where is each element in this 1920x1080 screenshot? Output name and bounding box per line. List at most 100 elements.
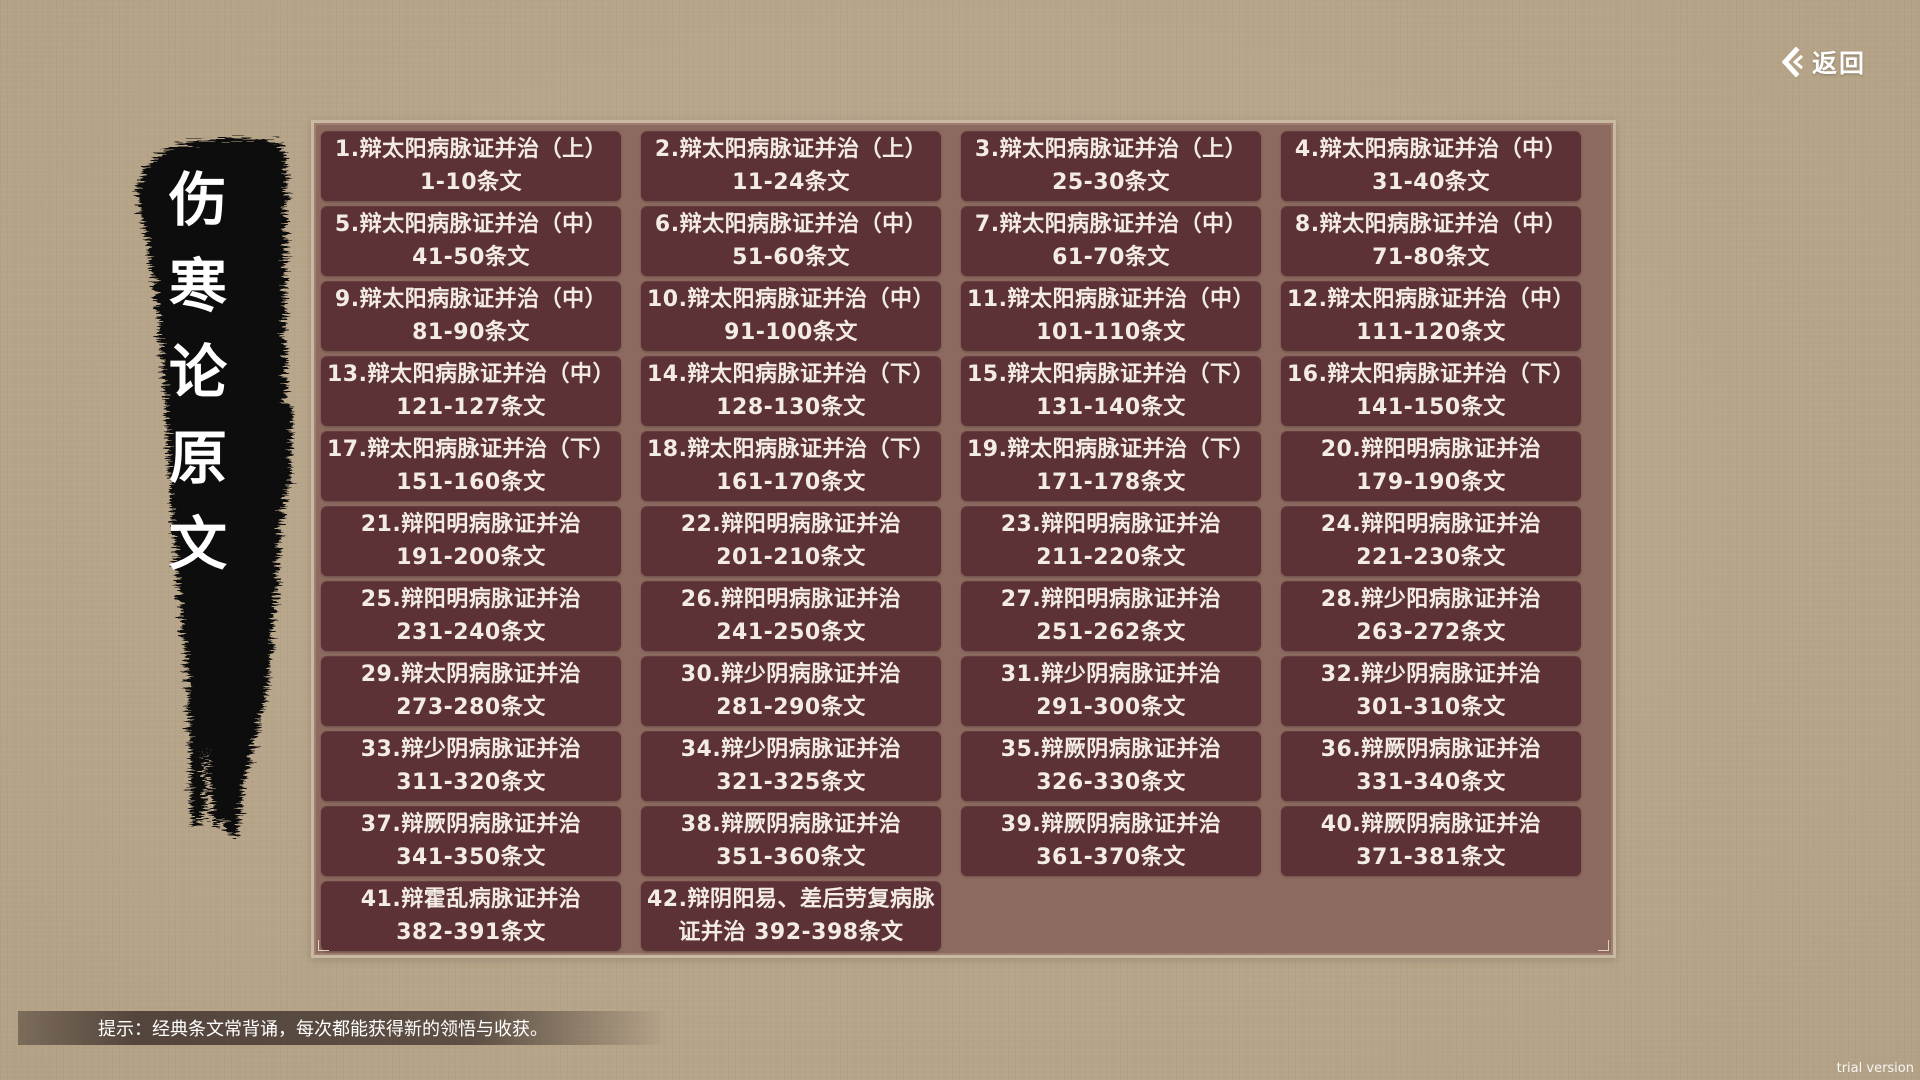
chapter-button-1[interactable]: 1.辩太阳病脉证并治（上） 1-10条文 xyxy=(321,131,621,201)
chapter-button-42[interactable]: 42.辩阴阳易、差后劳复病脉 证并治 392-398条文 xyxy=(641,881,941,951)
chapter-button-14[interactable]: 14.辩太阳病脉证并治（下） 128-130条文 xyxy=(641,356,941,426)
chapter-range: 351-360条文 xyxy=(716,845,866,870)
chapter-range: 273-280条文 xyxy=(396,695,546,720)
chapter-button-6[interactable]: 6.辩太阳病脉证并治（中） 51-60条文 xyxy=(641,206,941,276)
chapter-button-32[interactable]: 32.辩少阴病脉证并治 301-310条文 xyxy=(1281,656,1581,726)
chapter-title: 1.辩太阳病脉证并治（上） xyxy=(334,137,608,162)
chapter-title: 37.辩厥阴病脉证并治 xyxy=(360,812,582,837)
chapter-button-28[interactable]: 28.辩少阳病脉证并治 263-272条文 xyxy=(1281,581,1581,651)
chapter-title: 21.辩阳明病脉证并治 xyxy=(360,512,582,537)
chapter-title: 25.辩阳明病脉证并治 xyxy=(360,587,582,612)
panel-corner-ornament xyxy=(1598,940,1609,951)
chapter-button-4[interactable]: 4.辩太阳病脉证并治（中） 31-40条文 xyxy=(1281,131,1581,201)
chapter-button-22[interactable]: 22.辩阳明病脉证并治 201-210条文 xyxy=(641,506,941,576)
chapter-button-29[interactable]: 29.辩太阴病脉证并治 273-280条文 xyxy=(321,656,621,726)
chapter-range: 201-210条文 xyxy=(716,545,866,570)
chapter-title: 27.辩阳明病脉证并治 xyxy=(1000,587,1222,612)
chapter-title: 14.辩太阳病脉证并治（下） xyxy=(647,362,935,387)
chapter-range: 91-100条文 xyxy=(724,320,858,345)
chapter-range: 382-391条文 xyxy=(396,920,546,945)
chapter-range: 221-230条文 xyxy=(1356,545,1506,570)
chapter-title: 28.辩少阳病脉证并治 xyxy=(1320,587,1542,612)
chapter-range: 211-220条文 xyxy=(1036,545,1186,570)
chapter-button-36[interactable]: 36.辩厥阴病脉证并治 331-340条文 xyxy=(1281,731,1581,801)
chapter-title: 19.辩太阳病脉证并治（下） xyxy=(967,437,1255,462)
chapter-title: 40.辩厥阴病脉证并治 xyxy=(1320,812,1542,837)
chapter-grid: 1.辩太阳病脉证并治（上） 1-10条文 2.辩太阳病脉证并治（上） 11-24条文… xyxy=(321,131,1581,951)
back-label: 返回 xyxy=(1812,49,1867,78)
chapter-button-5[interactable]: 5.辩太阳病脉证并治（中） 41-50条文 xyxy=(321,206,621,276)
chapter-button-38[interactable]: 38.辩厥阴病脉证并治 351-360条文 xyxy=(641,806,941,876)
chapter-button-8[interactable]: 8.辩太阳病脉证并治（中） 71-80条文 xyxy=(1281,206,1581,276)
chapter-range: 1-10条文 xyxy=(419,170,523,195)
chapter-title: 8.辩太阳病脉证并治（中） xyxy=(1294,212,1568,237)
chapter-button-23[interactable]: 23.辩阳明病脉证并治 211-220条文 xyxy=(961,506,1261,576)
chapter-button-27[interactable]: 27.辩阳明病脉证并治 251-262条文 xyxy=(961,581,1261,651)
chapter-button-3[interactable]: 3.辩太阳病脉证并治（上） 25-30条文 xyxy=(961,131,1261,201)
chapter-range: 171-178条文 xyxy=(1036,470,1186,495)
chapter-title: 30.辩少阴病脉证并治 xyxy=(680,662,902,687)
chapter-button-12[interactable]: 12.辩太阳病脉证并治（中） 111-120条文 xyxy=(1281,281,1581,351)
chapter-range: 11-24条文 xyxy=(732,170,850,195)
chapter-button-18[interactable]: 18.辩太阳病脉证并治（下） 161-170条文 xyxy=(641,431,941,501)
back-arrow-icon xyxy=(1782,47,1806,77)
chapter-title: 17.辩太阳病脉证并治（下） xyxy=(327,437,615,462)
chapter-title: 31.辩少阴病脉证并治 xyxy=(1000,662,1222,687)
chapter-button-30[interactable]: 30.辩少阴病脉证并治 281-290条文 xyxy=(641,656,941,726)
back-button[interactable]: 返回 xyxy=(1782,42,1866,82)
chapter-button-17[interactable]: 17.辩太阳病脉证并治（下） 151-160条文 xyxy=(321,431,621,501)
chapter-button-34[interactable]: 34.辩少阴病脉证并治 321-325条文 xyxy=(641,731,941,801)
chapter-title: 41.辩霍乱病脉证并治 xyxy=(360,887,582,912)
chapter-title: 13.辩太阳病脉证并治（中） xyxy=(327,362,615,387)
chapter-title: 15.辩太阳病脉证并治（下） xyxy=(967,362,1255,387)
chapter-range: 341-350条文 xyxy=(396,845,546,870)
chapter-button-2[interactable]: 2.辩太阳病脉证并治（上） 11-24条文 xyxy=(641,131,941,201)
chapter-range: 291-300条文 xyxy=(1036,695,1186,720)
chapter-button-31[interactable]: 31.辩少阴病脉证并治 291-300条文 xyxy=(961,656,1261,726)
page-title: 伤 寒 论 原 文 xyxy=(118,168,298,576)
chapter-button-25[interactable]: 25.辩阳明病脉证并治 231-240条文 xyxy=(321,581,621,651)
chapter-button-10[interactable]: 10.辩太阳病脉证并治（中） 91-100条文 xyxy=(641,281,941,351)
chapter-button-9[interactable]: 9.辩太阳病脉证并治（中） 81-90条文 xyxy=(321,281,621,351)
chapter-button-7[interactable]: 7.辩太阳病脉证并治（中） 61-70条文 xyxy=(961,206,1261,276)
chapter-button-21[interactable]: 21.辩阳明病脉证并治 191-200条文 xyxy=(321,506,621,576)
chapter-title: 16.辩太阳病脉证并治（下） xyxy=(1287,362,1575,387)
chapter-button-11[interactable]: 11.辩太阳病脉证并治（中） 101-110条文 xyxy=(961,281,1261,351)
chapter-range: 41-50条文 xyxy=(412,245,530,270)
chapter-range: 191-200条文 xyxy=(396,545,546,570)
chapter-button-19[interactable]: 19.辩太阳病脉证并治（下） 171-178条文 xyxy=(961,431,1261,501)
chapter-title: 7.辩太阳病脉证并治（中） xyxy=(974,212,1248,237)
chapter-title: 6.辩太阳病脉证并治（中） xyxy=(654,212,928,237)
chapter-button-15[interactable]: 15.辩太阳病脉证并治（下） 131-140条文 xyxy=(961,356,1261,426)
chapter-button-20[interactable]: 20.辩阳明病脉证并治 179-190条文 xyxy=(1281,431,1581,501)
chapter-title: 18.辩太阳病脉证并治（下） xyxy=(647,437,935,462)
chapter-title: 11.辩太阳病脉证并治（中） xyxy=(967,287,1255,312)
chapter-range: 321-325条文 xyxy=(716,770,866,795)
chapter-range: 361-370条文 xyxy=(1036,845,1186,870)
chapter-button-41[interactable]: 41.辩霍乱病脉证并治 382-391条文 xyxy=(321,881,621,951)
chapter-button-39[interactable]: 39.辩厥阴病脉证并治 361-370条文 xyxy=(961,806,1261,876)
chapter-button-33[interactable]: 33.辩少阴病脉证并治 311-320条文 xyxy=(321,731,621,801)
chapter-title: 22.辩阳明病脉证并治 xyxy=(680,512,902,537)
chapter-title: 12.辩太阳病脉证并治（中） xyxy=(1287,287,1575,312)
chapter-title: 34.辩少阴病脉证并治 xyxy=(680,737,902,762)
chapter-panel: 1.辩太阳病脉证并治（上） 1-10条文 2.辩太阳病脉证并治（上） 11-24条文… xyxy=(311,120,1616,958)
chapter-range: 301-310条文 xyxy=(1356,695,1506,720)
panel-corner-ornament xyxy=(318,940,329,951)
chapter-range: 251-262条文 xyxy=(1036,620,1186,645)
chapter-title: 35.辩厥阴病脉证并治 xyxy=(1000,737,1222,762)
chapter-button-16[interactable]: 16.辩太阳病脉证并治（下） 141-150条文 xyxy=(1281,356,1581,426)
chapter-button-13[interactable]: 13.辩太阳病脉证并治（中） 121-127条文 xyxy=(321,356,621,426)
chapter-range: 161-170条文 xyxy=(716,470,866,495)
chapter-button-40[interactable]: 40.辩厥阴病脉证并治 371-381条文 xyxy=(1281,806,1581,876)
chapter-button-37[interactable]: 37.辩厥阴病脉证并治 341-350条文 xyxy=(321,806,621,876)
chapter-range: 81-90条文 xyxy=(412,320,530,345)
chapter-range: 231-240条文 xyxy=(396,620,546,645)
chapter-button-24[interactable]: 24.辩阳明病脉证并治 221-230条文 xyxy=(1281,506,1581,576)
chapter-range: 241-250条文 xyxy=(716,620,866,645)
chapter-button-26[interactable]: 26.辩阳明病脉证并治 241-250条文 xyxy=(641,581,941,651)
chapter-range: 326-330条文 xyxy=(1036,770,1186,795)
chapter-title: 4.辩太阳病脉证并治（中） xyxy=(1294,137,1568,162)
chapter-title: 9.辩太阳病脉证并治（中） xyxy=(334,287,608,312)
chapter-button-35[interactable]: 35.辩厥阴病脉证并治 326-330条文 xyxy=(961,731,1261,801)
